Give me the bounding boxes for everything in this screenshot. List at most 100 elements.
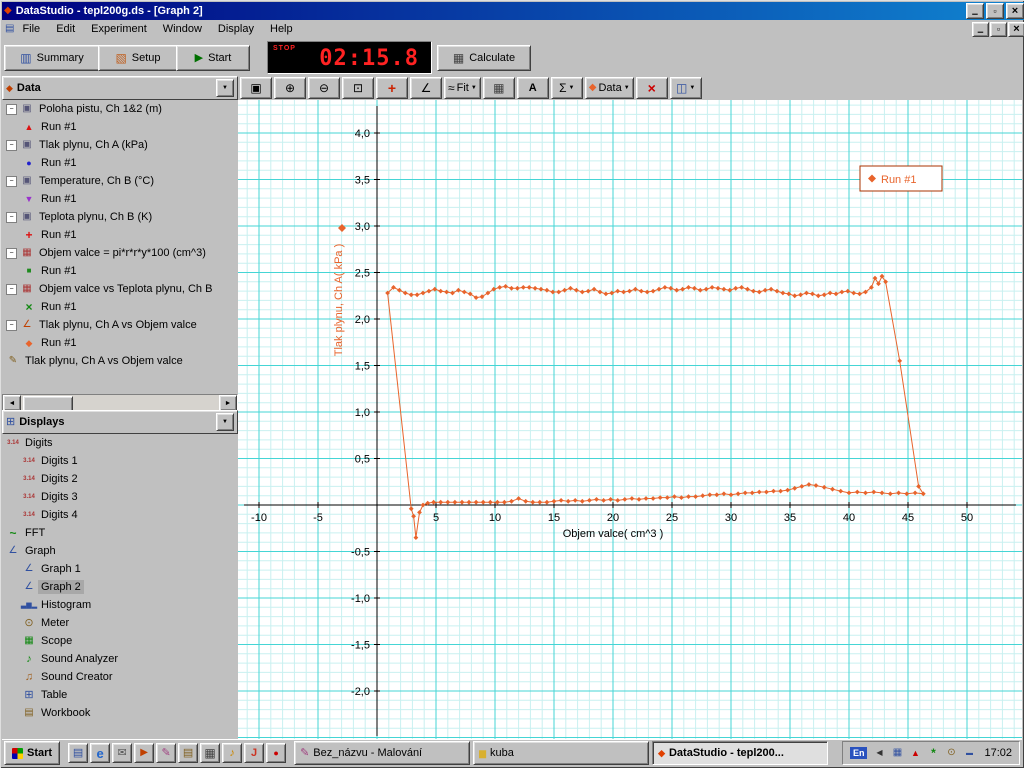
data-tree-item[interactable]: ▼ Run #1 — [2, 190, 238, 208]
series-run-1[interactable] — [385, 273, 926, 540]
zoom-in-button[interactable]: ⊕ — [274, 77, 306, 99]
restore-button[interactable]: ▫ — [986, 3, 1004, 19]
data-tree-item[interactable]: − ▣ Tlak plynu, Ch A (kPa) — [2, 136, 238, 154]
data-panel-menu-button[interactable]: ▼ — [216, 79, 234, 97]
quicklaunch-winamp-button[interactable]: ♪ — [222, 743, 243, 763]
expand-box[interactable]: − — [6, 103, 17, 115]
data-tree-item[interactable]: − ▣ Temperature, Ch B (°C) — [2, 172, 238, 190]
expand-box[interactable]: − — [6, 139, 17, 151]
setup-button[interactable]: ▧ Setup — [98, 45, 178, 71]
display-tree-item[interactable]: 3.14 Digits 4 — [2, 506, 238, 524]
statistics-menu-button[interactable]: Σ ▼ — [550, 77, 583, 99]
display-tree-item[interactable]: 3.14 Digits 2 — [2, 470, 238, 488]
menu-item[interactable]: File — [14, 21, 48, 37]
tray-antivirus[interactable]: ▲ — [908, 746, 922, 760]
display-tree-item[interactable]: ∠ Graph 2 — [2, 578, 238, 596]
data-tree-item[interactable]: × Run #1 — [2, 298, 238, 316]
quicklaunch-notepad-button[interactable]: ▤ — [178, 743, 199, 763]
start-button-toolbar[interactable]: ▶ Start — [176, 45, 250, 71]
graph-plot-area[interactable]: -10 -5 5 10 15 20 25 30 35 40 45 50 4,0 3,5 3,0 2,5 2,0 1… — [238, 100, 1022, 742]
text-note-button[interactable]: A — [516, 77, 549, 99]
data-tree-item[interactable]: ● Run #1 — [2, 154, 238, 172]
data-tree-item[interactable]: ✎ Tlak plynu, Ch A vs Objem valce — [2, 352, 238, 370]
x-axis-title[interactable]: Objem valce( cm^3 ) — [563, 528, 664, 540]
display-tree-item[interactable]: ♫ Sound Creator — [2, 668, 238, 686]
menu-item[interactable]: Display — [210, 21, 262, 37]
quicklaunch-antivirus-button[interactable]: ● — [266, 743, 287, 763]
data-tree-item[interactable]: − ▣ Poloha pistu, Ch 1&2 (m) — [2, 100, 238, 118]
task-button-kuba[interactable]: ▆ kuba — [473, 741, 650, 765]
display-tree-item[interactable]: ▃▆▂ Histogram — [2, 596, 238, 614]
zoom-select-button[interactable]: ⊡ — [342, 77, 374, 99]
menu-item[interactable]: Window — [155, 21, 210, 37]
legend[interactable]: Run #1 — [859, 165, 943, 192]
task-button-datastudio[interactable]: ◆ DataStudio - tepl200... — [652, 741, 829, 765]
data-tree-item[interactable]: − ▣ Teplota plynu, Ch B (K) — [2, 208, 238, 226]
start-button[interactable]: Start — [4, 741, 61, 765]
scroll-left-button[interactable]: ◄ — [3, 395, 21, 411]
data-tree-item[interactable]: − ▦ Objem valce vs Teplota plynu, Ch B — [2, 280, 238, 298]
summary-button[interactable]: ▥ Summary — [4, 45, 100, 71]
mdi-close-button[interactable]: × — [1008, 21, 1024, 37]
tray-network[interactable]: ▬ — [962, 746, 976, 760]
graph-settings-button[interactable]: ◫ ▼ — [669, 77, 702, 99]
expand-box[interactable]: − — [6, 175, 17, 187]
display-tree-item[interactable]: ⊞ Table — [2, 686, 238, 704]
quicklaunch-show-desktop-button[interactable]: ▤ — [68, 743, 89, 763]
display-tree-item[interactable]: 3.14 Digits 3 — [2, 488, 238, 506]
data-tree-item[interactable]: ■ Run #1 — [2, 262, 238, 280]
task-button-paint[interactable]: ✎ Bez_názvu - Malování — [294, 741, 471, 765]
display-tree-item[interactable]: 3.14 Digits 1 — [2, 452, 238, 470]
display-tree-item[interactable]: 3.14 Digits — [2, 434, 238, 452]
display-tree-item[interactable]: ∠ Graph — [2, 542, 238, 560]
display-tree-item[interactable]: ~ FFT — [2, 524, 238, 542]
data-menu-button[interactable]: ◆ Data ▼ — [584, 77, 634, 99]
display-tree-item[interactable]: ▤ Workbook — [2, 704, 238, 722]
zoom-out-button[interactable]: ⊖ — [308, 77, 340, 99]
menu-item[interactable]: Help — [262, 21, 301, 37]
data-tree-item[interactable]: ◆ Run #1 — [2, 334, 238, 352]
delete-button[interactable]: × — [635, 77, 668, 99]
mdi-restore-button[interactable]: ▫ — [990, 21, 1007, 37]
data-tree-item[interactable]: + Run #1 — [2, 226, 238, 244]
graph-plot[interactable]: -10 -5 5 10 15 20 25 30 35 40 45 50 4,0 3,5 3,0 2,5 2,0 1… — [238, 100, 1022, 742]
tray-messenger[interactable]: * — [926, 746, 940, 760]
data-tree-item[interactable]: ▲ Run #1 — [2, 118, 238, 136]
display-tree-item[interactable]: ⊙ Meter — [2, 614, 238, 632]
calculate-button[interactable]: ▦ Calculate — [437, 45, 531, 71]
display-tree-item[interactable]: ∠ Graph 1 — [2, 560, 238, 578]
close-button[interactable]: × — [1006, 3, 1024, 19]
scroll-right-button[interactable]: ► — [219, 395, 237, 411]
quicklaunch-mail-button[interactable]: ✉ — [112, 743, 133, 763]
displays-panel-menu-button[interactable]: ▼ — [216, 413, 234, 431]
expand-box[interactable]: − — [6, 283, 17, 295]
display-tree-item[interactable]: ▦ Scope — [2, 632, 238, 650]
keyboard-layout-indicator[interactable]: En — [849, 747, 868, 759]
y-axis-title[interactable]: Tlak plynu, Ch A( kPa ) — [333, 244, 345, 357]
tray-scheduler[interactable]: ⊙ — [944, 746, 958, 760]
quicklaunch-calculator-button[interactable]: ▦ — [200, 743, 221, 763]
menu-item[interactable]: Edit — [48, 21, 83, 37]
expand-box[interactable]: − — [6, 319, 17, 331]
quicklaunch-java-button[interactable]: J — [244, 743, 265, 763]
fit-menu-button[interactable]: ≈ Fit ▼ — [444, 77, 481, 99]
data-tree-item[interactable]: − ∠ Tlak plynu, Ch A vs Objem valce — [2, 316, 238, 334]
display-tree-item[interactable]: ♪ Sound Analyzer — [2, 650, 238, 668]
scale-to-fit-button[interactable]: ▣ — [240, 77, 272, 99]
expand-box[interactable]: − — [6, 211, 17, 223]
calculator-button[interactable]: ▦ — [482, 77, 515, 99]
data-tree-item[interactable]: − ▦ Objem valce = pi*r*r*y*100 (cm^3) — [2, 244, 238, 262]
tray-display[interactable]: ▦ — [890, 746, 904, 760]
tray-volume[interactable]: ◀ — [872, 746, 886, 760]
slope-tool-button[interactable]: ∠ — [410, 77, 442, 99]
scrollbar-track[interactable] — [21, 396, 219, 412]
quicklaunch-paint-button[interactable]: ✎ — [156, 743, 177, 763]
minimize-button[interactable]: ▁ — [966, 3, 984, 19]
quicklaunch-ie-button[interactable]: e — [90, 743, 111, 763]
mdi-minimize-button[interactable]: ▁ — [972, 21, 989, 37]
taskbar-clock[interactable]: 17:02 — [984, 747, 1012, 759]
expand-box[interactable]: − — [6, 247, 17, 259]
smart-tool-button[interactable]: + — [376, 77, 408, 99]
quicklaunch-media-player-button[interactable]: ▶ — [134, 743, 155, 763]
menu-item[interactable]: Experiment — [83, 21, 155, 37]
